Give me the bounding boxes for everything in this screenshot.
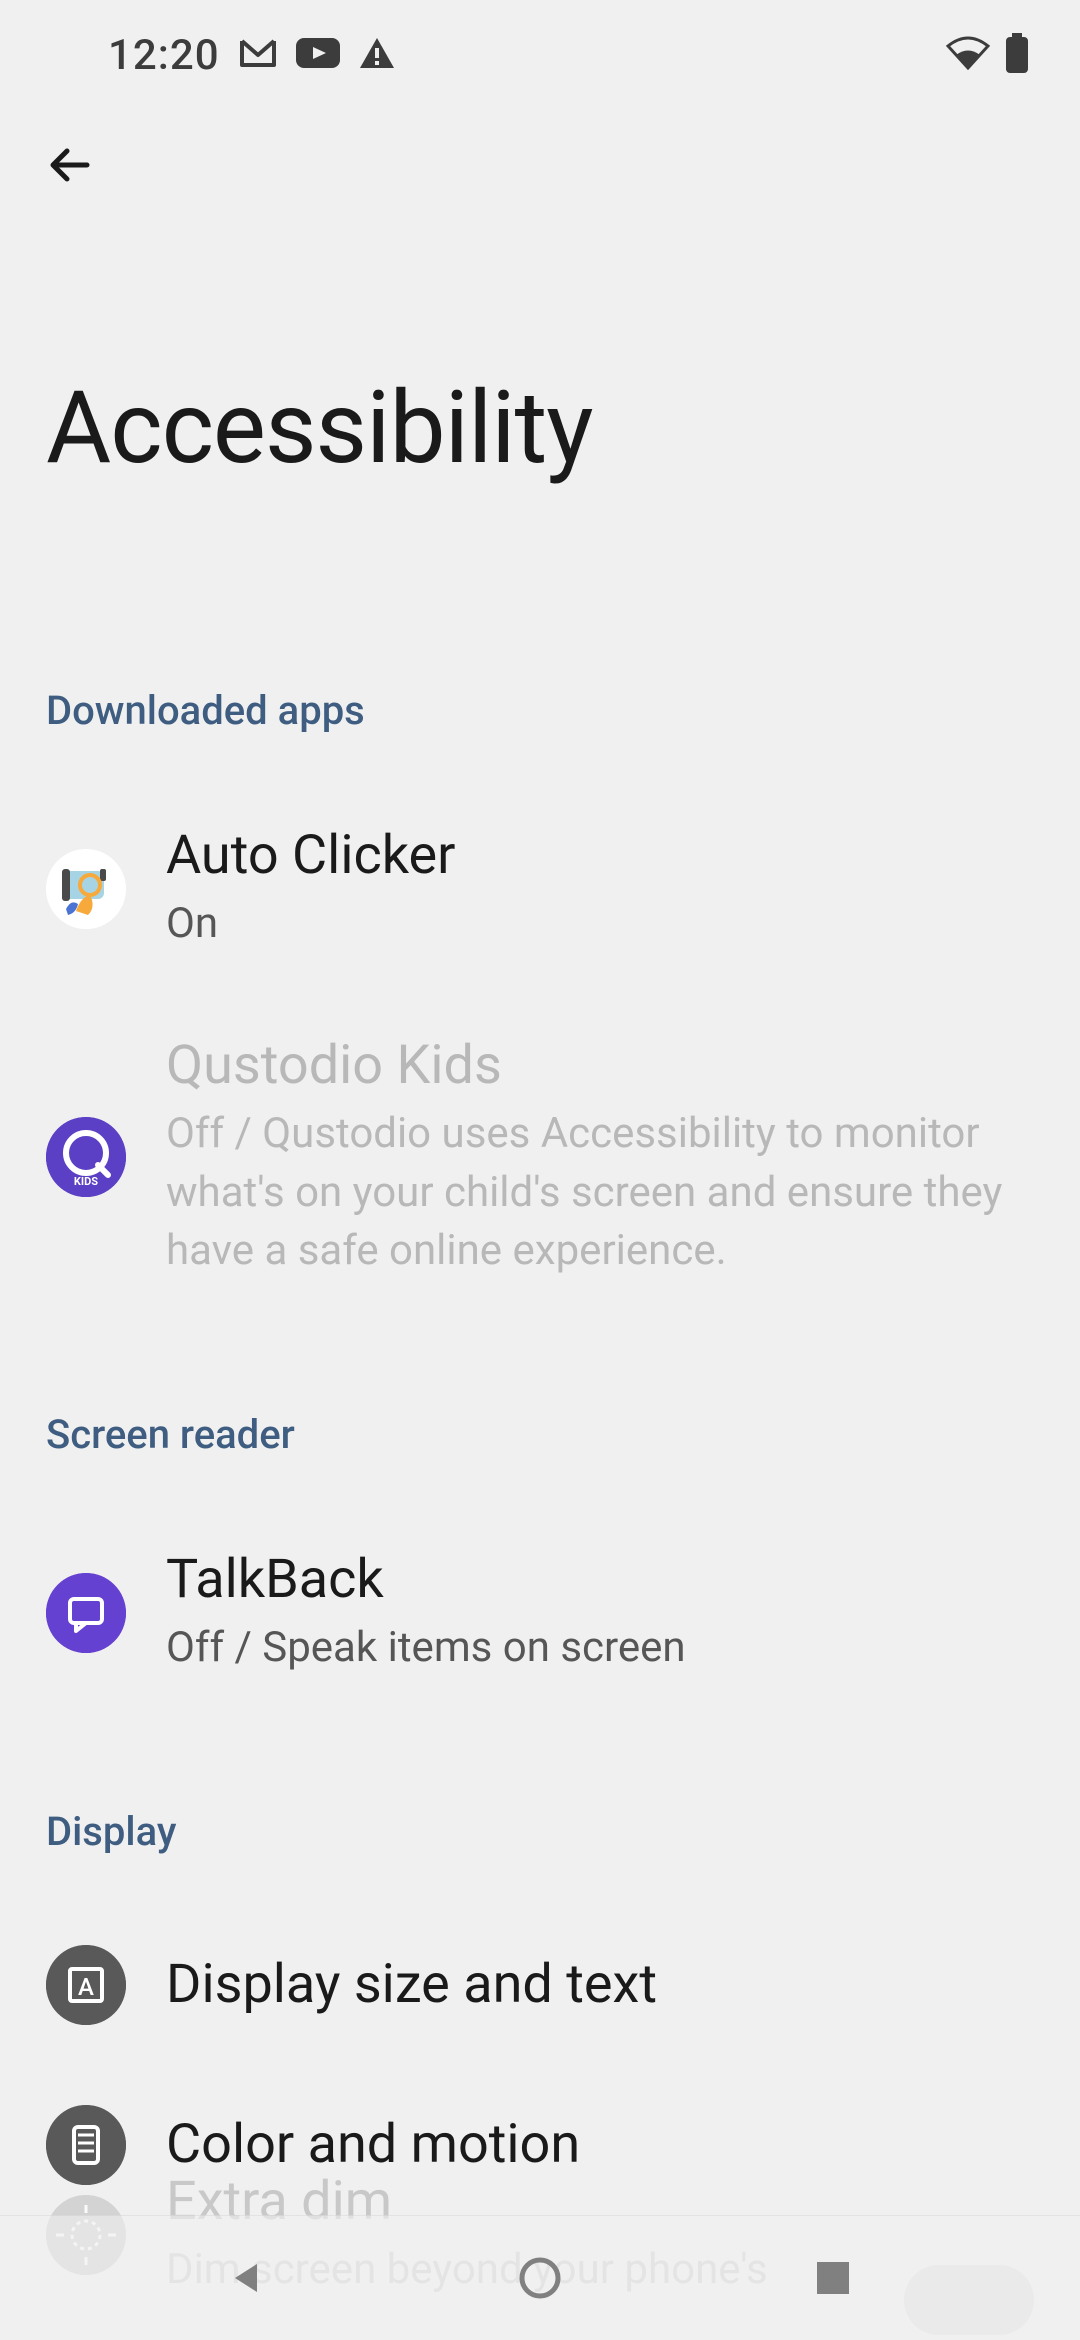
auto-clicker-icon (46, 849, 126, 929)
setting-texts: Display size and text (166, 1953, 1034, 2016)
app-header (0, 110, 1080, 220)
page-title: Accessibility (0, 220, 1080, 487)
warning-icon (358, 36, 396, 74)
navigation-bar (0, 2215, 1080, 2340)
section-header-downloaded: Downloaded apps (0, 687, 1080, 734)
setting-auto-clicker[interactable]: Auto Clicker On (0, 784, 1080, 994)
status-right (946, 33, 1030, 77)
section-header-screen-reader: Screen reader (0, 1321, 1080, 1458)
status-bar: 12:20 (0, 0, 1080, 110)
setting-subtitle: On (166, 895, 1034, 954)
status-time: 12:20 (108, 31, 220, 80)
setting-subtitle: Off / Speak items on screen (166, 1619, 1034, 1678)
nav-home-button[interactable] (500, 2238, 580, 2318)
section-header-display: Display (0, 1718, 1080, 1855)
talkback-icon (46, 1573, 126, 1653)
nav-recent-button[interactable] (793, 2238, 873, 2318)
arrow-back-icon (45, 140, 95, 190)
square-recent-icon (815, 2260, 851, 2296)
triangle-back-icon (227, 2258, 267, 2298)
setting-qustodio[interactable]: KIDS Qustodio Kids Off / Qustodio uses A… (0, 994, 1080, 1321)
setting-title: Auto Clicker (166, 824, 1034, 887)
youtube-icon (296, 38, 340, 72)
battery-icon (1004, 33, 1030, 77)
setting-display-size[interactable]: A Display size and text (0, 1905, 1080, 2065)
gmail-icon (238, 37, 278, 73)
back-button[interactable] (38, 133, 102, 197)
nav-back-button[interactable] (207, 2238, 287, 2318)
qustodio-icon: KIDS (46, 1117, 126, 1197)
circle-home-icon (518, 2256, 562, 2300)
setting-texts: Qustodio Kids Off / Qustodio uses Access… (166, 1034, 1034, 1281)
setting-title: TalkBack (166, 1548, 1034, 1611)
svg-text:A: A (78, 1973, 94, 2001)
setting-talkback[interactable]: TalkBack Off / Speak items on screen (0, 1508, 1080, 1718)
setting-title: Qustodio Kids (166, 1034, 1034, 1097)
setting-subtitle: Off / Qustodio uses Accessibility to mon… (166, 1105, 1034, 1281)
setting-title: Display size and text (166, 1953, 1034, 2016)
setting-texts: TalkBack Off / Speak items on screen (166, 1548, 1034, 1678)
settings-content: Downloaded apps Auto Clicker On (0, 487, 1080, 2225)
display-size-icon: A (46, 1945, 126, 2025)
status-left: 12:20 (108, 31, 396, 80)
svg-text:KIDS: KIDS (74, 1175, 98, 1188)
setting-texts: Auto Clicker On (166, 824, 1034, 954)
wifi-icon (946, 36, 990, 74)
